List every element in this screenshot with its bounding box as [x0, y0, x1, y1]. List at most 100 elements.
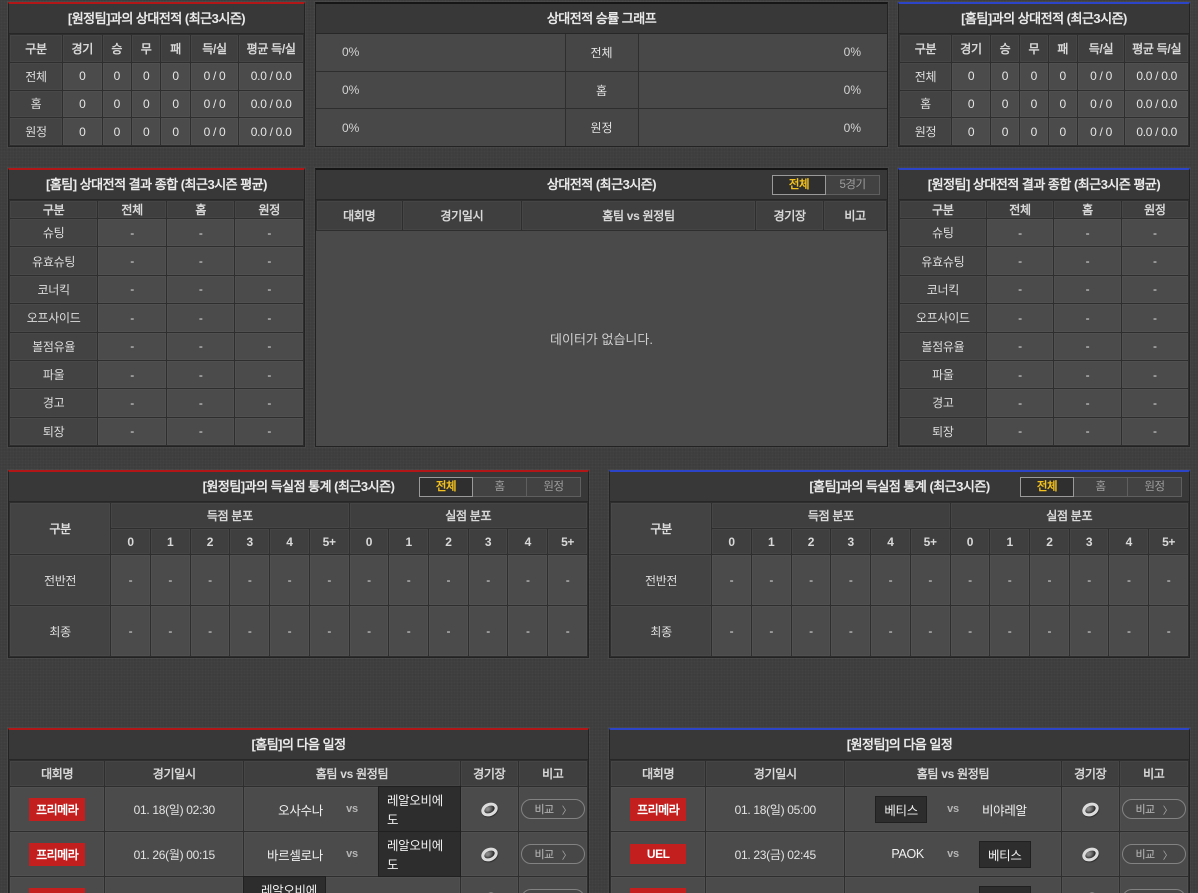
compare-label: 비교: [1135, 849, 1155, 861]
compare-button[interactable]: 비교〉: [520, 844, 585, 864]
column-header: 전체: [97, 200, 167, 219]
compare-button[interactable]: 비교〉: [1121, 844, 1186, 864]
column-header: 승: [990, 34, 1020, 63]
table-row: 최종 - - - - - - - - - - - -: [610, 605, 1189, 657]
stat-cell: -: [985, 416, 1055, 446]
row-label: 전체: [899, 62, 953, 91]
row-label: 파울: [9, 359, 99, 390]
stat-cell: 0.0 / 0.0: [238, 62, 304, 91]
goals-vs-away-title: [원정팀]과의 득실점 통계 (최근3시즌) 전체 홈 원정: [9, 472, 588, 502]
stadium-icon[interactable]: [1079, 845, 1101, 865]
h2h-list-tabs: 전체 5경기: [772, 175, 880, 195]
h2h-vs-away-table: 구분 경기 승 무 패 득/실 평균 득/실 전체 0 0 0 0 0 / 0 0.0 / 0.0 홈 0 0…: [9, 34, 304, 146]
tab-all[interactable]: 전체: [1020, 477, 1074, 497]
stat-cell: -: [1029, 554, 1070, 606]
tab-home[interactable]: 홈: [1074, 477, 1128, 497]
chevron-right-icon: 〉: [561, 805, 572, 817]
row-label: 유효슈팅: [899, 246, 987, 276]
panel-winrate-graph: 상대전적 승률 그래프 0% 전체 0% 0% 홈 0% 0% 원정 0%: [315, 2, 888, 147]
tab-away[interactable]: 원정: [1128, 477, 1182, 497]
away-winrate-bar-area: 0%: [639, 72, 888, 109]
stat-cell: -: [830, 605, 872, 657]
panel-home-summary: [홈팀] 상대전적 결과 종합 (최근3시즌 평균) 구분 전체 홈 원정 슈팅 - - -…: [8, 168, 305, 447]
table-row: 원정 0 0 0 0 0 / 0 0.0 / 0.0: [899, 117, 1189, 146]
schedule-row: 프리메라 01. 18(일) 05:00 베티스 vs 비야레알 비교 〉: [610, 786, 1189, 832]
compare-button[interactable]: 비교〉: [1121, 799, 1186, 819]
corner-header: 구분: [610, 502, 713, 555]
compare-label: 비교: [534, 849, 554, 861]
row-label: 코너킥: [899, 274, 987, 305]
table-row: 전체 0 0 0 0 0 / 0 0.0 / 0.0: [9, 62, 304, 91]
home-summary-title: [홈팀] 상대전적 결과 종합 (최근3시즌 평균): [9, 170, 304, 200]
table-row: 전반전 - - - - - - - - - - - -: [610, 554, 1189, 606]
match-datetime: 01. 26(월) 00:15: [104, 831, 245, 877]
stat-cell: 0: [990, 117, 1020, 146]
away-team-name: 지로나: [379, 887, 417, 893]
row-label: 최종: [610, 605, 713, 657]
column-header: 전체: [985, 200, 1055, 219]
column-header: 구분: [9, 200, 99, 219]
stadium-icon[interactable]: [478, 800, 500, 820]
stat-cell: 0: [1047, 89, 1078, 119]
tab-away[interactable]: 원정: [527, 477, 581, 497]
column-header: 경기장: [1060, 760, 1120, 787]
row-head-to-head: [원정팀]과의 상대전적 (최근3시즌) 구분 경기 승 무 패 득/실 평균 득/실 전체…: [8, 2, 1190, 147]
stat-cell: 0: [101, 117, 132, 146]
stat-cell: -: [1108, 605, 1150, 657]
vs-label: vs: [346, 848, 358, 860]
stat-cell: -: [1053, 331, 1122, 361]
stat-cell: -: [909, 554, 951, 606]
table-row: 전반전 - - - - - - - - - - - -: [9, 554, 588, 606]
column-header: 원정: [1120, 200, 1189, 219]
stat-cell: 0 / 0: [189, 62, 240, 91]
stat-cell: -: [1068, 605, 1110, 657]
stat-cell: -: [1053, 246, 1122, 276]
stat-cell: -: [269, 554, 310, 606]
tab-all[interactable]: 전체: [419, 477, 473, 497]
stadium-icon[interactable]: [478, 845, 500, 865]
home-team-name: 레알오비에도: [244, 877, 325, 893]
away-team-name: 베티스: [979, 886, 1030, 893]
column-header: 원정: [234, 200, 304, 219]
column-header: 4: [507, 528, 549, 555]
stat-cell: -: [985, 331, 1055, 361]
stat-cell: -: [1120, 246, 1189, 276]
tab-home[interactable]: 홈: [473, 477, 527, 497]
stat-cell: -: [428, 554, 469, 606]
home-winrate-bar-area: 0%: [316, 109, 565, 146]
row-summary: [홈팀] 상대전적 결과 종합 (최근3시즌 평균) 구분 전체 홈 원정 슈팅 - - -…: [8, 168, 1190, 447]
compare-button[interactable]: 비교〉: [1121, 889, 1186, 893]
conceded-group-header: 실점 분포: [348, 502, 588, 529]
tab-last5[interactable]: 5경기: [826, 175, 880, 195]
stat-cell: -: [1120, 416, 1189, 446]
stat-cell: -: [165, 388, 236, 418]
table-row: 경고 - - -: [899, 388, 1189, 418]
stat-cell: -: [750, 554, 792, 606]
column-header: 대회명: [610, 760, 707, 787]
vs-label: vs: [947, 803, 959, 815]
home-winrate-pct: 0%: [342, 120, 360, 135]
column-header: 비고: [517, 760, 588, 787]
stadium-icon[interactable]: [1079, 800, 1101, 820]
empty-message: 데이터가 없습니다.: [316, 231, 887, 446]
stat-cell: 0: [951, 62, 992, 91]
goals-vs-away-table: 구분 득점 분포 실점 분포 0 1 2 3 4 5+ 0 1 2 3 4 5+ 전반전 - - - - - - -…: [9, 502, 588, 657]
stat-cell: -: [234, 217, 304, 248]
winrate-row-home: 0% 홈 0%: [316, 71, 888, 110]
compare-button[interactable]: 비교〉: [520, 889, 585, 893]
away-winrate-bar-area: 0%: [639, 34, 888, 71]
tab-all[interactable]: 전체: [772, 175, 826, 195]
row-label: 오프사이드: [899, 303, 987, 333]
away-schedule-title: [원정팀]의 다음 일정: [610, 730, 1189, 760]
column-header: 4: [1108, 528, 1150, 555]
stat-cell: -: [97, 416, 167, 446]
stat-cell: -: [1053, 359, 1122, 390]
stat-cell: 0 / 0: [189, 89, 240, 119]
row-label: 볼점유율: [899, 331, 987, 361]
compare-button[interactable]: 비교〉: [520, 799, 585, 819]
column-header: 경기일시: [705, 760, 846, 787]
column-header: 홈팀 vs 원정팀: [844, 760, 1062, 787]
column-header: 1: [989, 528, 1031, 555]
column-header: 2: [428, 528, 469, 555]
stat-cell: -: [1148, 554, 1189, 606]
